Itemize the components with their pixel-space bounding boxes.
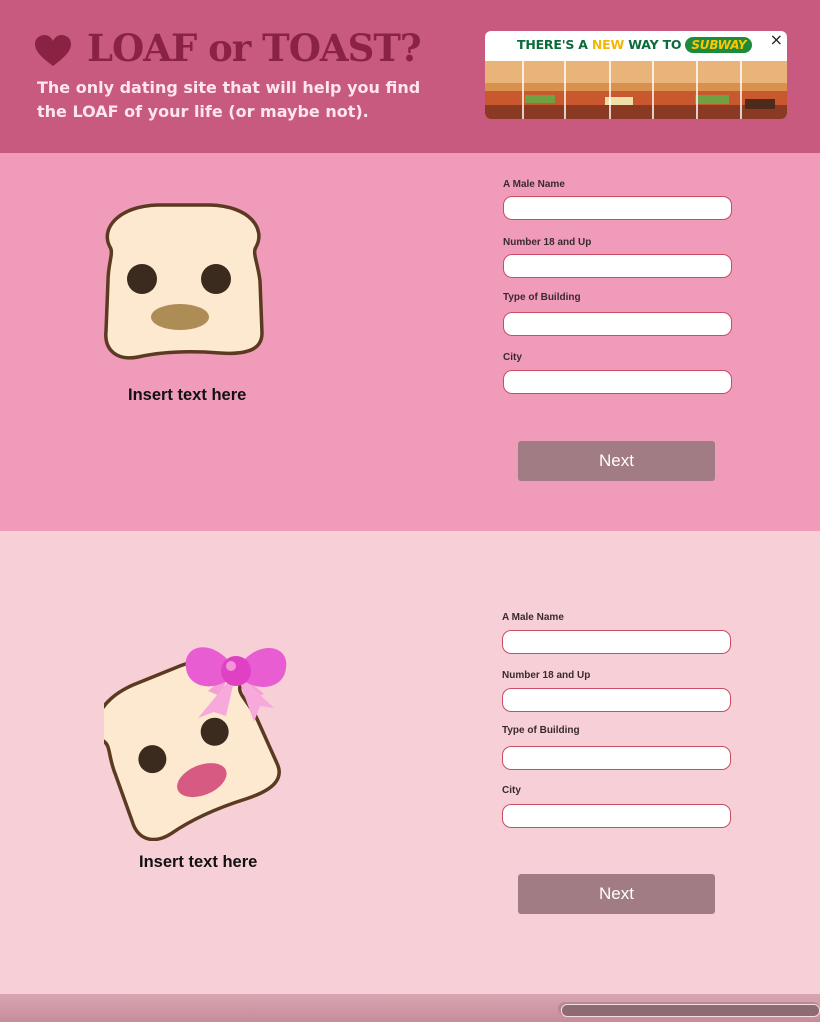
horizontal-scrollbar-thumb[interactable] (561, 1004, 820, 1017)
next-button[interactable]: Next (518, 874, 715, 914)
toast-boy-icon (104, 203, 264, 360)
ad-headline-text: THERE'S A (517, 37, 592, 52)
ad-banner[interactable]: THERE'S A NEW WAY TO SUBWAY × (485, 31, 787, 119)
field-label-male-name: A Male Name (503, 179, 565, 190)
field-label-number: Number 18 and Up (502, 670, 591, 681)
ad-headline-new: NEW (591, 37, 625, 52)
next-button[interactable]: Next (518, 441, 715, 481)
ad-headline-text-2: WAY TO (624, 37, 682, 52)
form-section-2: Insert text here A Male Name Number 18 a… (0, 531, 820, 994)
site-tagline: The only dating site that will help you … (37, 78, 421, 121)
character-caption: Insert text here (139, 853, 258, 871)
building-input[interactable] (502, 746, 731, 770)
heart-icon (35, 35, 71, 66)
field-label-city: City (503, 352, 522, 363)
ad-headline: THERE'S A NEW WAY TO SUBWAY (517, 37, 753, 53)
ad-brand-logo: SUBWAY (685, 37, 753, 53)
male-name-input[interactable] (503, 196, 732, 220)
field-label-city: City (502, 785, 521, 796)
site-header: LOAF or TOAST? The only dating site that… (0, 0, 820, 153)
number-input[interactable] (502, 688, 731, 712)
field-label-building: Type of Building (502, 725, 580, 736)
form-section-1: Insert text here A Male Name Number 18 a… (0, 153, 820, 531)
city-input[interactable] (502, 804, 731, 828)
city-input[interactable] (503, 370, 732, 394)
field-label-number: Number 18 and Up (503, 237, 592, 248)
male-name-input[interactable] (502, 630, 731, 654)
character-caption: Insert text here (128, 386, 247, 404)
number-input[interactable] (503, 254, 732, 278)
field-label-male-name: A Male Name (502, 612, 564, 623)
site-title: LOAF or TOAST? (87, 26, 422, 70)
toast-girl-with-bow-icon (104, 647, 287, 841)
field-label-building: Type of Building (503, 292, 581, 303)
close-icon[interactable]: × (770, 31, 783, 49)
building-input[interactable] (503, 312, 732, 336)
ad-sandwich-image (485, 61, 787, 119)
